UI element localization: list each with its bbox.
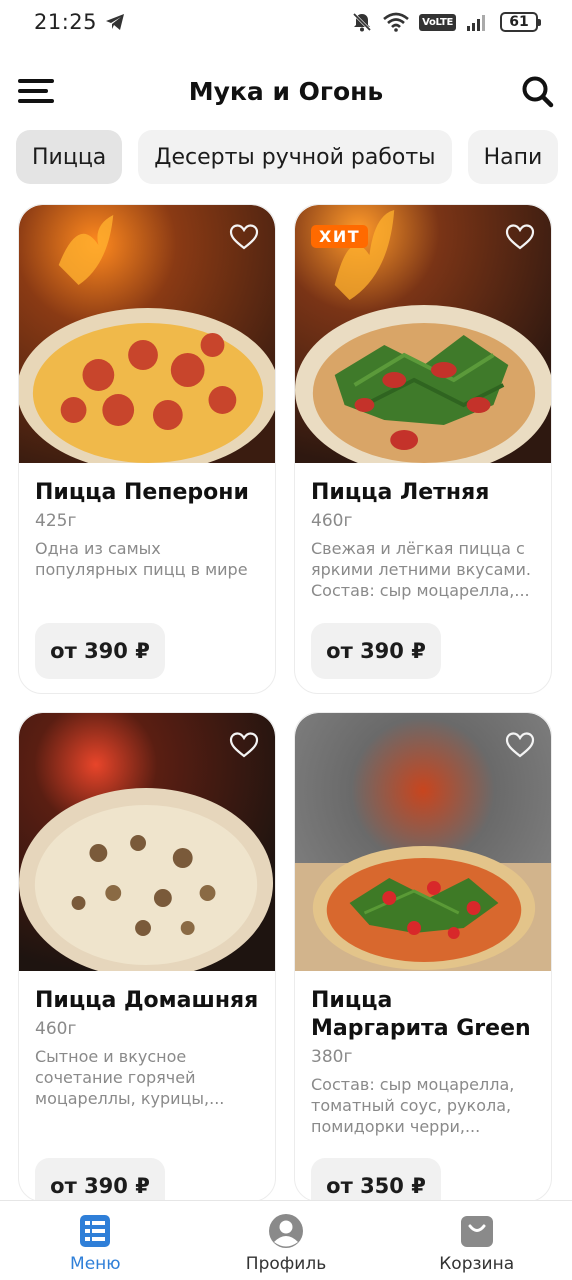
product-name: Пицца Летняя (311, 480, 490, 505)
profile-icon (269, 1214, 303, 1248)
tab-desserts[interactable]: Десерты ручной работы (138, 130, 452, 184)
muted-bell-icon (353, 12, 372, 32)
app-header: Мука и Огонь (0, 60, 572, 122)
product-name: Пицца Пеперони (35, 480, 249, 505)
wifi-icon (383, 12, 409, 32)
status-icons: VoLTE 61 (351, 11, 541, 33)
product-grid: Пицца Пеперони 425г Одна из самых популя… (18, 204, 552, 1200)
hamburger-menu-icon[interactable] (18, 79, 54, 103)
product-description: Свежая и лёгкая пицца с яркими летними в… (311, 539, 531, 600)
product-name: Пицца Домашняя (35, 988, 259, 1013)
signal-icon (467, 15, 485, 31)
bottom-navigation: Меню Профиль Корзина (0, 1200, 572, 1280)
product-image[interactable] (19, 713, 275, 971)
product-image[interactable] (295, 713, 551, 971)
price-button[interactable]: от 350 ₽ (311, 1158, 441, 1200)
status-time: 21:25 (34, 10, 98, 34)
favorite-heart-icon[interactable] (505, 223, 535, 251)
nav-item-cart[interactable]: Корзина (381, 1201, 572, 1280)
tab-drinks[interactable]: Напи (467, 130, 559, 184)
cart-bag-icon (460, 1216, 493, 1247)
price-button[interactable]: от 390 ₽ (35, 1158, 165, 1200)
volte-indicator: VoLTE (419, 13, 456, 31)
telegram-icon (106, 14, 125, 30)
battery-indicator: 61 (500, 12, 541, 32)
product-image[interactable]: ХИТ (295, 205, 551, 463)
nav-label-profile: Профиль (245, 1254, 327, 1274)
price-button[interactable]: от 390 ₽ (311, 623, 441, 679)
category-tabs: Пицца Десерты ручной работы Напи (16, 130, 559, 184)
page-title: Мука и Огонь (188, 76, 384, 106)
product-weight: 425г (35, 511, 77, 531)
product-description: Сытное и вкусное сочетание горячей моцар… (35, 1047, 225, 1108)
product-description: Состав: сыр моцарелла, томатный соус, ру… (311, 1075, 515, 1136)
price-button[interactable]: от 390 ₽ (35, 623, 165, 679)
product-card[interactable]: Пицца Пеперони 425г Одна из самых популя… (18, 204, 276, 694)
product-image[interactable] (19, 205, 275, 463)
nav-label-menu: Меню (70, 1254, 121, 1274)
product-description: Одна из самых популярных пицц в мире (35, 539, 248, 579)
nav-item-profile[interactable]: Профиль (191, 1201, 382, 1280)
favorite-heart-icon[interactable] (229, 223, 259, 251)
product-name: Пицца Маргарита Green (311, 988, 531, 1041)
nav-label-cart: Корзина (439, 1254, 515, 1274)
product-card[interactable]: ХИТ Пицца Летняя 460г Свежая и лёгкая пи… (294, 204, 552, 694)
tab-pizza[interactable]: Пицца (16, 130, 123, 184)
favorite-heart-icon[interactable] (229, 731, 259, 759)
status-bar: 21:25 VoLTE 61 (0, 0, 572, 44)
product-card[interactable]: Пицца Маргарита Green 380г Состав: сыр м… (294, 712, 552, 1200)
menu-list-icon (80, 1215, 111, 1247)
nav-item-menu[interactable]: Меню (0, 1201, 191, 1280)
hit-badge: ХИТ (311, 225, 369, 248)
product-weight: 460г (35, 1019, 77, 1039)
search-icon[interactable] (520, 74, 554, 108)
product-weight: 380г (311, 1047, 353, 1067)
favorite-heart-icon[interactable] (505, 731, 535, 759)
product-card[interactable]: Пицца Домашняя 460г Сытное и вкусное соч… (18, 712, 276, 1200)
product-weight: 460г (311, 511, 353, 531)
